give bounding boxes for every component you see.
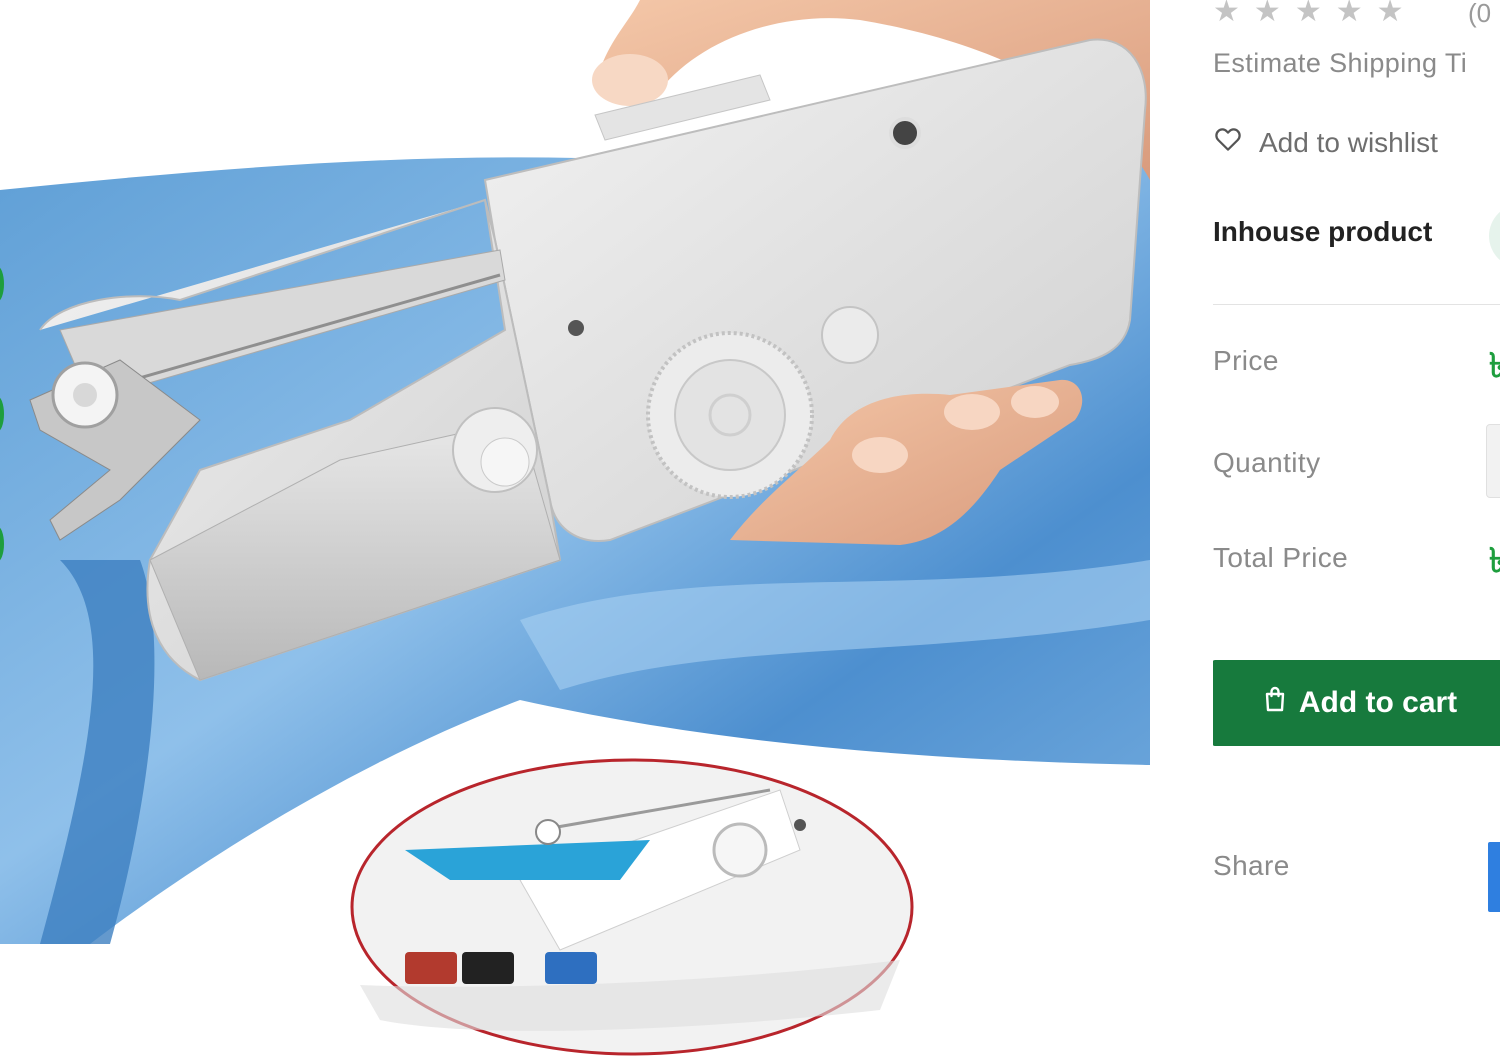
product-info-panel: ★ ★ ★ ★ ★ (0 Estimate Shipping Ti Add to… — [1213, 0, 1500, 1061]
shopping-bag-icon — [1263, 686, 1287, 720]
star-icon: ★ — [1213, 0, 1240, 28]
quantity-label: Quantity — [1213, 447, 1321, 478]
estimate-shipping-time: Estimate Shipping Ti — [1213, 48, 1468, 78]
add-to-wishlist-button[interactable]: Add to wishlist — [1213, 124, 1438, 161]
wishlist-label: Add to wishlist — [1259, 126, 1438, 158]
share-label: Share — [1213, 850, 1290, 881]
price-value: ৳ — [1489, 347, 1500, 385]
star-icon: ★ — [1376, 0, 1404, 28]
star-icon: ★ — [1294, 0, 1322, 28]
star-icon: ★ — [1253, 0, 1281, 28]
product-main-image[interactable] — [0, 0, 1150, 1061]
share-button[interactable] — [1488, 842, 1500, 912]
total-price-label: Total Price — [1213, 542, 1349, 573]
divider — [1213, 304, 1500, 305]
price-label: Price — [1213, 345, 1279, 376]
rating-count: (0 — [1468, 0, 1492, 28]
total-price-value: ৳ — [1489, 542, 1500, 580]
sewing-machine-illustration — [0, 0, 1150, 1056]
add-to-cart-label: Add to cart — [1298, 686, 1458, 719]
seller-name: Inhouse product — [1213, 216, 1433, 247]
add-to-cart-button[interactable]: Add to cart — [1213, 660, 1500, 746]
heart-outline-icon — [1213, 124, 1243, 161]
rating-stars: ★ ★ ★ ★ ★ — [1213, 0, 1404, 29]
quantity-stepper[interactable] — [1486, 424, 1500, 498]
seller-avatar — [1489, 204, 1500, 268]
star-icon: ★ — [1335, 0, 1363, 28]
